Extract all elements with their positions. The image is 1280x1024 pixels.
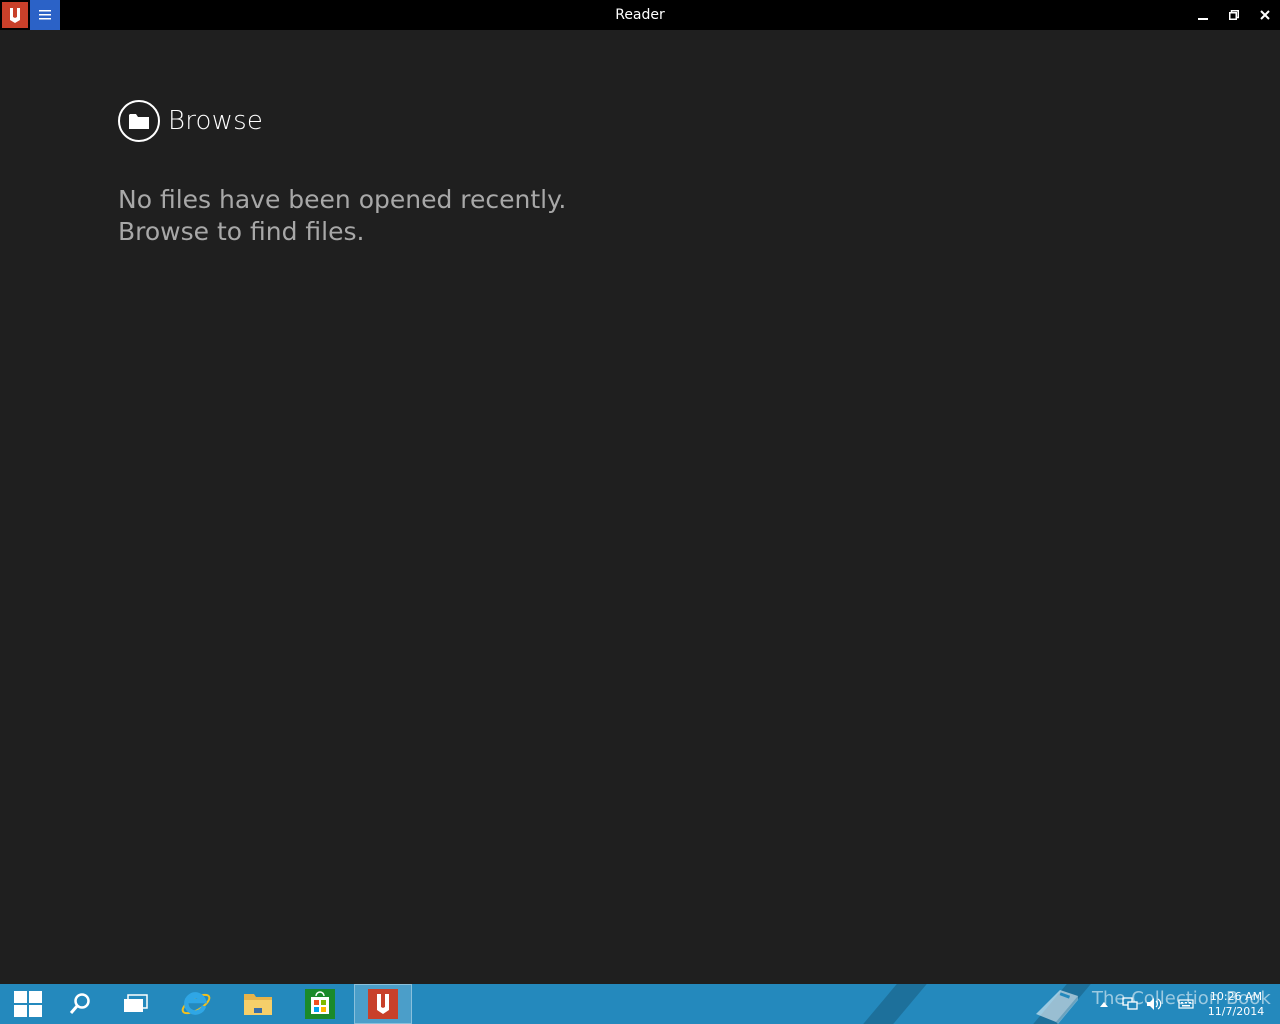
network-icon (1122, 997, 1138, 1010)
folder-icon (129, 114, 149, 129)
window-title: Reader (615, 7, 665, 23)
system-clock[interactable]: 10:26 AM 11/7/2014 (1196, 989, 1276, 1019)
title-bar: Reader (0, 0, 1280, 30)
store-button[interactable] (292, 984, 348, 1024)
taskbar: The Collection Book 10:26 AM 11/7/2014 (0, 984, 1280, 1024)
start-button[interactable] (0, 984, 56, 1024)
browse-circle (118, 100, 160, 142)
keyboard-icon (1178, 999, 1194, 1009)
store-icon (305, 989, 335, 1019)
windows-logo-icon (14, 991, 42, 1017)
task-view-icon (124, 994, 148, 1012)
show-hidden-icons-button[interactable] (1096, 996, 1112, 1012)
clock-time: 10:26 AM (1209, 990, 1263, 1003)
reader-taskbar-button[interactable] (354, 984, 412, 1024)
reader-icon (368, 989, 398, 1019)
browse-button[interactable]: Browse (118, 100, 263, 142)
close-button[interactable] (1249, 0, 1280, 30)
empty-state-message: No files have been opened recently. Brow… (118, 184, 566, 248)
chevron-up-icon (1100, 1002, 1108, 1007)
reader-logo-icon (10, 8, 20, 23)
volume-icon (1147, 998, 1162, 1010)
app-menu-button[interactable] (30, 0, 60, 30)
ie-icon (181, 992, 211, 1015)
search-icon (69, 993, 90, 1014)
empty-message-line-2: Browse to find files. (118, 217, 365, 246)
watermark-book-icon (1036, 990, 1078, 1024)
search-button[interactable] (52, 984, 108, 1024)
close-icon (1259, 10, 1270, 20)
reader-app-icon (2, 2, 28, 28)
minimize-button[interactable] (1187, 0, 1218, 30)
file-explorer-button[interactable] (230, 984, 286, 1024)
keyboard-tray-button[interactable] (1178, 996, 1194, 1012)
restore-button[interactable] (1218, 0, 1249, 30)
volume-tray-button[interactable] (1146, 996, 1162, 1012)
file-explorer-icon (244, 994, 272, 1015)
network-tray-button[interactable] (1122, 996, 1138, 1012)
minimize-icon (1197, 18, 1208, 20)
internet-explorer-button[interactable] (168, 984, 224, 1024)
taskbar-decoration (863, 984, 927, 1024)
restore-icon (1228, 10, 1239, 20)
clock-date: 11/7/2014 (1207, 1005, 1265, 1018)
browse-label: Browse (168, 106, 264, 136)
hamburger-icon (39, 10, 51, 20)
task-view-button[interactable] (108, 984, 164, 1024)
empty-message-line-1: No files have been opened recently. (118, 185, 567, 214)
